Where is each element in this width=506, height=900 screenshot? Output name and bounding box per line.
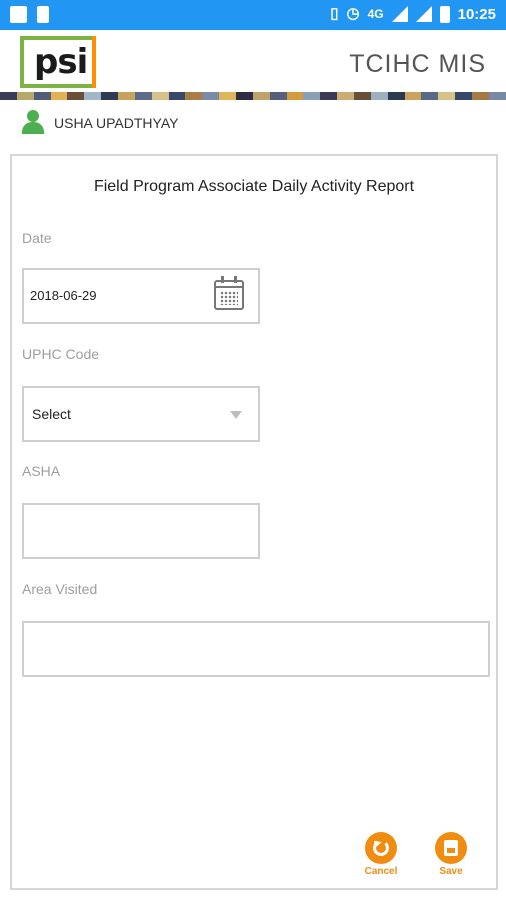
stripe-segment: [219, 92, 237, 100]
stripe-segment: [252, 92, 270, 100]
status-bar: ▯ ◷ 4G 10:25: [0, 0, 506, 30]
asha-field[interactable]: [22, 503, 260, 559]
image-notification-icon: [10, 6, 27, 23]
date-value: 2018-06-29: [30, 288, 97, 303]
calendar-icon[interactable]: [214, 276, 244, 310]
stripe-segment: [134, 92, 152, 100]
stripe-segment: [404, 92, 422, 100]
uphc-code-select[interactable]: Select: [22, 386, 260, 442]
stripe-segment: [67, 92, 85, 100]
stripe-segment: [303, 92, 321, 100]
cancel-label: Cancel: [364, 866, 398, 877]
stripe-segment: [438, 92, 456, 100]
vibrate-icon: ▯: [330, 5, 339, 22]
undo-icon: [373, 840, 389, 856]
save-label: Save: [439, 866, 463, 877]
stripe-segment: [421, 92, 439, 100]
stripe-segment: [354, 92, 371, 100]
stripe-segment: [337, 92, 355, 100]
stripe-segment: [101, 92, 119, 100]
uphc-code-selected: Select: [32, 406, 71, 422]
save-button[interactable]: Save: [426, 832, 476, 888]
stripe-segment: [151, 92, 169, 100]
stripe-segment: [118, 92, 135, 100]
chevron-down-icon: [230, 411, 242, 419]
report-form: Field Program Associate Daily Activity R…: [10, 154, 498, 890]
stripe-segment: [84, 92, 102, 100]
signal-icon: [391, 6, 408, 22]
psi-logo: psi: [20, 36, 96, 88]
stripe-segment: [0, 92, 17, 100]
signal-2-icon: [415, 6, 432, 22]
stripe-segment: [50, 92, 68, 100]
stripe-segment: [387, 92, 405, 100]
user-icon: [22, 110, 44, 134]
phone-notification-icon: [37, 6, 49, 23]
network-type: 4G: [367, 7, 384, 21]
app-bar: psi TCIHC MIS: [0, 30, 506, 92]
date-label: Date: [22, 230, 52, 246]
alarm-icon: ◷: [346, 5, 360, 22]
battery-icon: [439, 5, 450, 23]
area-visited-label: Area Visited: [22, 581, 98, 597]
stripe-segment: [269, 92, 287, 100]
stripe-segment: [33, 92, 51, 100]
app-title: TCIHC MIS: [349, 50, 486, 78]
cancel-button[interactable]: Cancel: [356, 832, 406, 888]
stripe-segment: [236, 92, 253, 100]
stripe-segment: [16, 92, 34, 100]
report-title: Field Program Associate Daily Activity R…: [93, 178, 415, 195]
asha-label: ASHA: [22, 463, 61, 479]
save-icon: [444, 840, 458, 856]
stripe-segment: [472, 92, 489, 100]
stripe-segment: [320, 92, 338, 100]
date-field[interactable]: 2018-06-29: [22, 268, 260, 324]
stripe-segment: [286, 92, 304, 100]
user-name: USHA UPADTHYAY: [54, 115, 179, 131]
user-bar: USHA UPADTHYAY: [0, 104, 506, 142]
area-visited-field[interactable]: [22, 621, 490, 677]
stripe-segment: [185, 92, 203, 100]
stripe-segment: [202, 92, 220, 100]
stripe-segment: [488, 92, 506, 100]
stripe-segment: [370, 92, 388, 100]
stripe-segment: [455, 92, 473, 100]
stripe-segment: [168, 92, 186, 100]
uphc-code-label: UPHC Code: [22, 346, 100, 362]
clock: 10:25: [457, 5, 496, 23]
decorative-stripe: [0, 92, 506, 100]
